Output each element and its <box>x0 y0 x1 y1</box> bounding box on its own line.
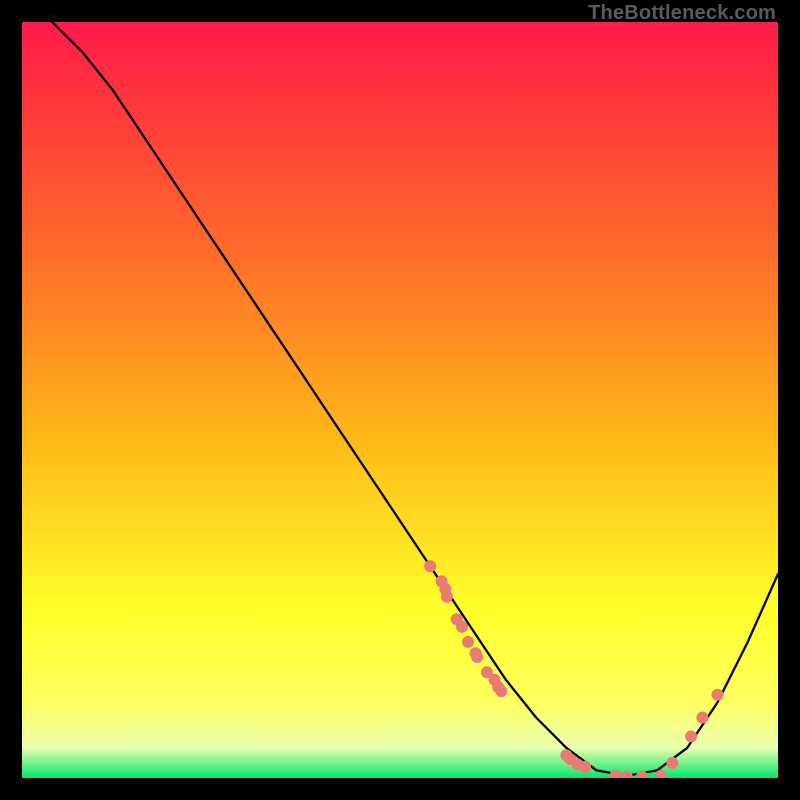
sample-dot <box>666 757 678 769</box>
chart-frame: TheBottleneck.com <box>0 0 800 800</box>
chart-svg <box>22 22 778 778</box>
sample-dot <box>495 685 507 697</box>
sample-dot <box>471 651 483 663</box>
sample-dots-group <box>424 560 723 778</box>
sample-dot <box>456 621 468 633</box>
plot-area <box>22 22 778 778</box>
sample-dot <box>712 689 724 701</box>
sample-dot <box>579 761 591 773</box>
sample-dot <box>685 730 697 742</box>
sample-dot <box>424 560 436 572</box>
sample-dot <box>441 591 453 603</box>
sample-dot <box>621 771 633 779</box>
sample-dot <box>696 712 708 724</box>
bottleneck-curve <box>52 22 778 776</box>
sample-dot <box>610 770 622 778</box>
sample-dot <box>462 636 474 648</box>
